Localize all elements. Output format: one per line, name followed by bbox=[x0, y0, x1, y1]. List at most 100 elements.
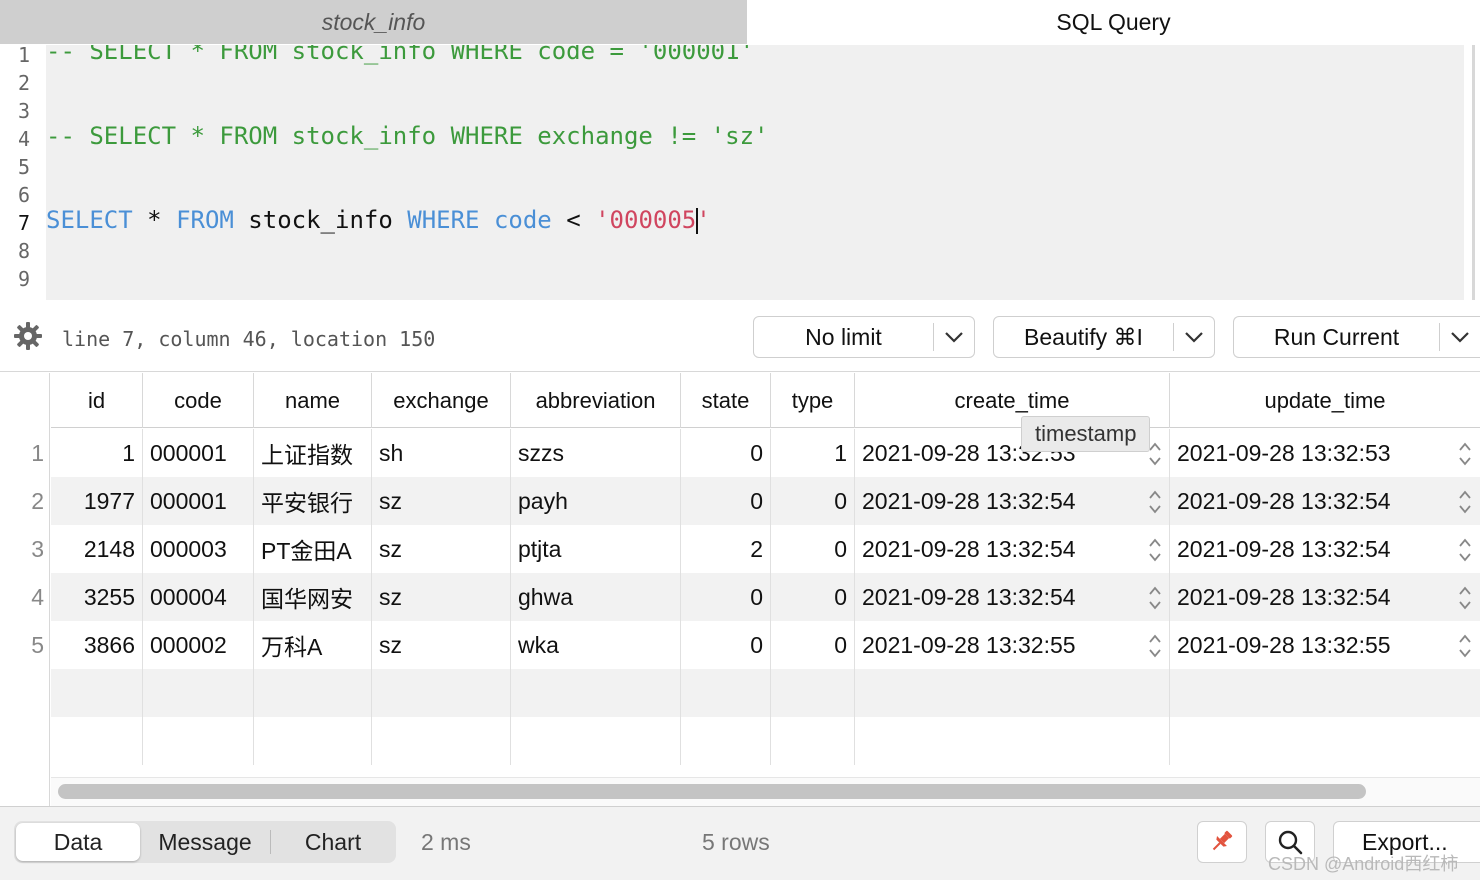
pin-button[interactable] bbox=[1197, 821, 1247, 863]
stepper-icon[interactable] bbox=[1458, 537, 1472, 563]
limit-dropdown[interactable]: No limit bbox=[753, 316, 975, 358]
table-cell-exchange[interactable]: sz bbox=[372, 477, 511, 525]
stepper-icon[interactable] bbox=[1148, 537, 1162, 563]
table-cell-exchange[interactable] bbox=[372, 717, 511, 765]
table-cell-update-time[interactable]: 2021-09-28 13:32:54 bbox=[1170, 525, 1480, 573]
table-cell-exchange[interactable]: sz bbox=[372, 525, 511, 573]
table-cell-update-time[interactable]: 2021-09-28 13:32:54 bbox=[1170, 573, 1480, 621]
table-cell-id[interactable] bbox=[51, 717, 143, 765]
table-cell-abbreviation[interactable]: wka bbox=[511, 621, 681, 669]
chevron-down-icon[interactable] bbox=[1440, 316, 1480, 358]
beautify-button[interactable]: Beautify ⌘I bbox=[993, 316, 1215, 358]
chevron-down-icon[interactable] bbox=[1174, 316, 1214, 358]
table-cell-type[interactable] bbox=[771, 669, 855, 717]
column-header-type[interactable]: type bbox=[771, 373, 855, 428]
tab-message[interactable]: Message bbox=[140, 821, 270, 863]
table-cell-state[interactable]: 0 bbox=[681, 573, 771, 621]
table-cell-update-time[interactable] bbox=[1170, 717, 1480, 765]
table-cell-abbreviation[interactable]: ghwa bbox=[511, 573, 681, 621]
table-cell-create-time[interactable] bbox=[855, 717, 1170, 765]
chevron-down-icon[interactable] bbox=[934, 316, 974, 358]
table-row[interactable]: 1 000001 上证指数 sh szzs 0 1 2021-09-28 13:32:53 20… bbox=[51, 429, 1480, 477]
sql-editor[interactable]: 1 2 3 4 5 6 7 8 9 -- SELECT * FROM stock… bbox=[0, 45, 1480, 300]
tab-stock-info[interactable]: stock_info bbox=[0, 0, 747, 44]
table-cell-abbreviation[interactable] bbox=[511, 717, 681, 765]
stepper-icon[interactable] bbox=[1458, 441, 1472, 467]
table-cell-id[interactable]: 3255 bbox=[51, 573, 143, 621]
table-cell-code[interactable]: 000001 bbox=[143, 429, 254, 477]
table-cell-abbreviation[interactable]: szzs bbox=[511, 429, 681, 477]
table-cell-state[interactable]: 0 bbox=[681, 429, 771, 477]
column-header-state[interactable]: state bbox=[681, 373, 771, 428]
table-row[interactable]: 3255 000004 国华网安 sz ghwa 0 0 2021-09-28 13:32:5… bbox=[51, 573, 1480, 621]
table-cell-code[interactable] bbox=[143, 717, 254, 765]
table-cell-create-time[interactable]: 2021-09-28 13:32:54 bbox=[855, 477, 1170, 525]
table-cell-type[interactable] bbox=[771, 717, 855, 765]
table-cell-name[interactable] bbox=[254, 717, 372, 765]
table-cell-type[interactable]: 1 bbox=[771, 429, 855, 477]
table-cell-code[interactable]: 000004 bbox=[143, 573, 254, 621]
table-cell-code[interactable]: 000003 bbox=[143, 525, 254, 573]
tab-data[interactable]: Data bbox=[16, 823, 140, 861]
editor-scrollbar[interactable] bbox=[1472, 45, 1475, 300]
table-cell-code[interactable] bbox=[143, 669, 254, 717]
table-cell-exchange[interactable] bbox=[372, 669, 511, 717]
column-header-id[interactable]: id bbox=[51, 373, 143, 428]
table-cell-update-time[interactable] bbox=[1170, 669, 1480, 717]
stepper-icon[interactable] bbox=[1458, 585, 1472, 611]
horizontal-scrollbar[interactable] bbox=[58, 784, 1366, 799]
table-cell-state[interactable]: 0 bbox=[681, 621, 771, 669]
table-row[interactable]: 2148 000003 PT金田A sz ptjta 2 0 2021-09-28 13:32… bbox=[51, 525, 1480, 573]
table-row[interactable]: 3866 000002 万科A sz wka 0 0 2021-09-28 13:32:55 2… bbox=[51, 621, 1480, 669]
table-cell-create-time[interactable]: 2021-09-28 13:32:54 bbox=[855, 525, 1170, 573]
tab-sql-query[interactable]: SQL Query bbox=[747, 0, 1480, 44]
table-cell-state[interactable] bbox=[681, 717, 771, 765]
table-cell-id[interactable]: 3866 bbox=[51, 621, 143, 669]
table-cell-exchange[interactable]: sz bbox=[372, 573, 511, 621]
table-cell-name[interactable]: PT金田A bbox=[254, 525, 372, 573]
gear-icon[interactable] bbox=[12, 320, 44, 352]
table-cell-name[interactable]: 万科A bbox=[254, 621, 372, 669]
table-cell-state[interactable]: 2 bbox=[681, 525, 771, 573]
table-cell-update-time[interactable]: 2021-09-28 13:32:55 bbox=[1170, 621, 1480, 669]
column-header-name[interactable]: name bbox=[254, 373, 372, 428]
table-cell-exchange[interactable]: sz bbox=[372, 621, 511, 669]
table-cell-type[interactable]: 0 bbox=[771, 621, 855, 669]
stepper-icon[interactable] bbox=[1458, 489, 1472, 515]
run-current-button[interactable]: Run Current bbox=[1233, 316, 1480, 358]
table-cell-abbreviation[interactable]: payh bbox=[511, 477, 681, 525]
table-cell-create-time[interactable]: 2021-09-28 13:32:55 bbox=[855, 621, 1170, 669]
table-cell-state[interactable]: 0 bbox=[681, 477, 771, 525]
stepper-icon[interactable] bbox=[1148, 585, 1162, 611]
table-cell-state[interactable] bbox=[681, 669, 771, 717]
table-cell-create-time[interactable]: 2021-09-28 13:32:54 bbox=[855, 573, 1170, 621]
empty-row[interactable] bbox=[51, 669, 1480, 717]
stepper-icon[interactable] bbox=[1148, 633, 1162, 659]
column-header-abbreviation[interactable]: abbreviation bbox=[511, 373, 681, 428]
table-cell-create-time[interactable] bbox=[855, 669, 1170, 717]
table-cell-update-time[interactable]: 2021-09-28 13:32:54 bbox=[1170, 477, 1480, 525]
stepper-icon[interactable] bbox=[1458, 633, 1472, 659]
table-cell-id[interactable]: 1 bbox=[51, 429, 143, 477]
table-cell-exchange[interactable]: sh bbox=[372, 429, 511, 477]
table-cell-id[interactable] bbox=[51, 669, 143, 717]
table-cell-type[interactable]: 0 bbox=[771, 573, 855, 621]
table-cell-abbreviation[interactable] bbox=[511, 669, 681, 717]
table-cell-update-time[interactable]: 2021-09-28 13:32:53 bbox=[1170, 429, 1480, 477]
tab-chart[interactable]: Chart bbox=[271, 821, 395, 863]
table-cell-name[interactable]: 国华网安 bbox=[254, 573, 372, 621]
table-cell-name[interactable]: 上证指数 bbox=[254, 429, 372, 477]
column-header-update-time[interactable]: update_time bbox=[1170, 373, 1480, 428]
column-header-code[interactable]: code bbox=[143, 373, 254, 428]
code-area[interactable]: -- SELECT * FROM stock_info WHERE code =… bbox=[46, 45, 1464, 300]
stepper-icon[interactable] bbox=[1148, 489, 1162, 515]
table-cell-code[interactable]: 000001 bbox=[143, 477, 254, 525]
table-row[interactable]: 1977 000001 平安银行 sz payh 0 0 2021-09-28 13:32:5… bbox=[51, 477, 1480, 525]
table-cell-type[interactable]: 0 bbox=[771, 525, 855, 573]
column-header-exchange[interactable]: exchange bbox=[372, 373, 511, 428]
table-cell-type[interactable]: 0 bbox=[771, 477, 855, 525]
empty-row[interactable] bbox=[51, 717, 1480, 765]
stepper-icon[interactable] bbox=[1148, 441, 1162, 467]
table-cell-name[interactable]: 平安银行 bbox=[254, 477, 372, 525]
table-cell-id[interactable]: 2148 bbox=[51, 525, 143, 573]
